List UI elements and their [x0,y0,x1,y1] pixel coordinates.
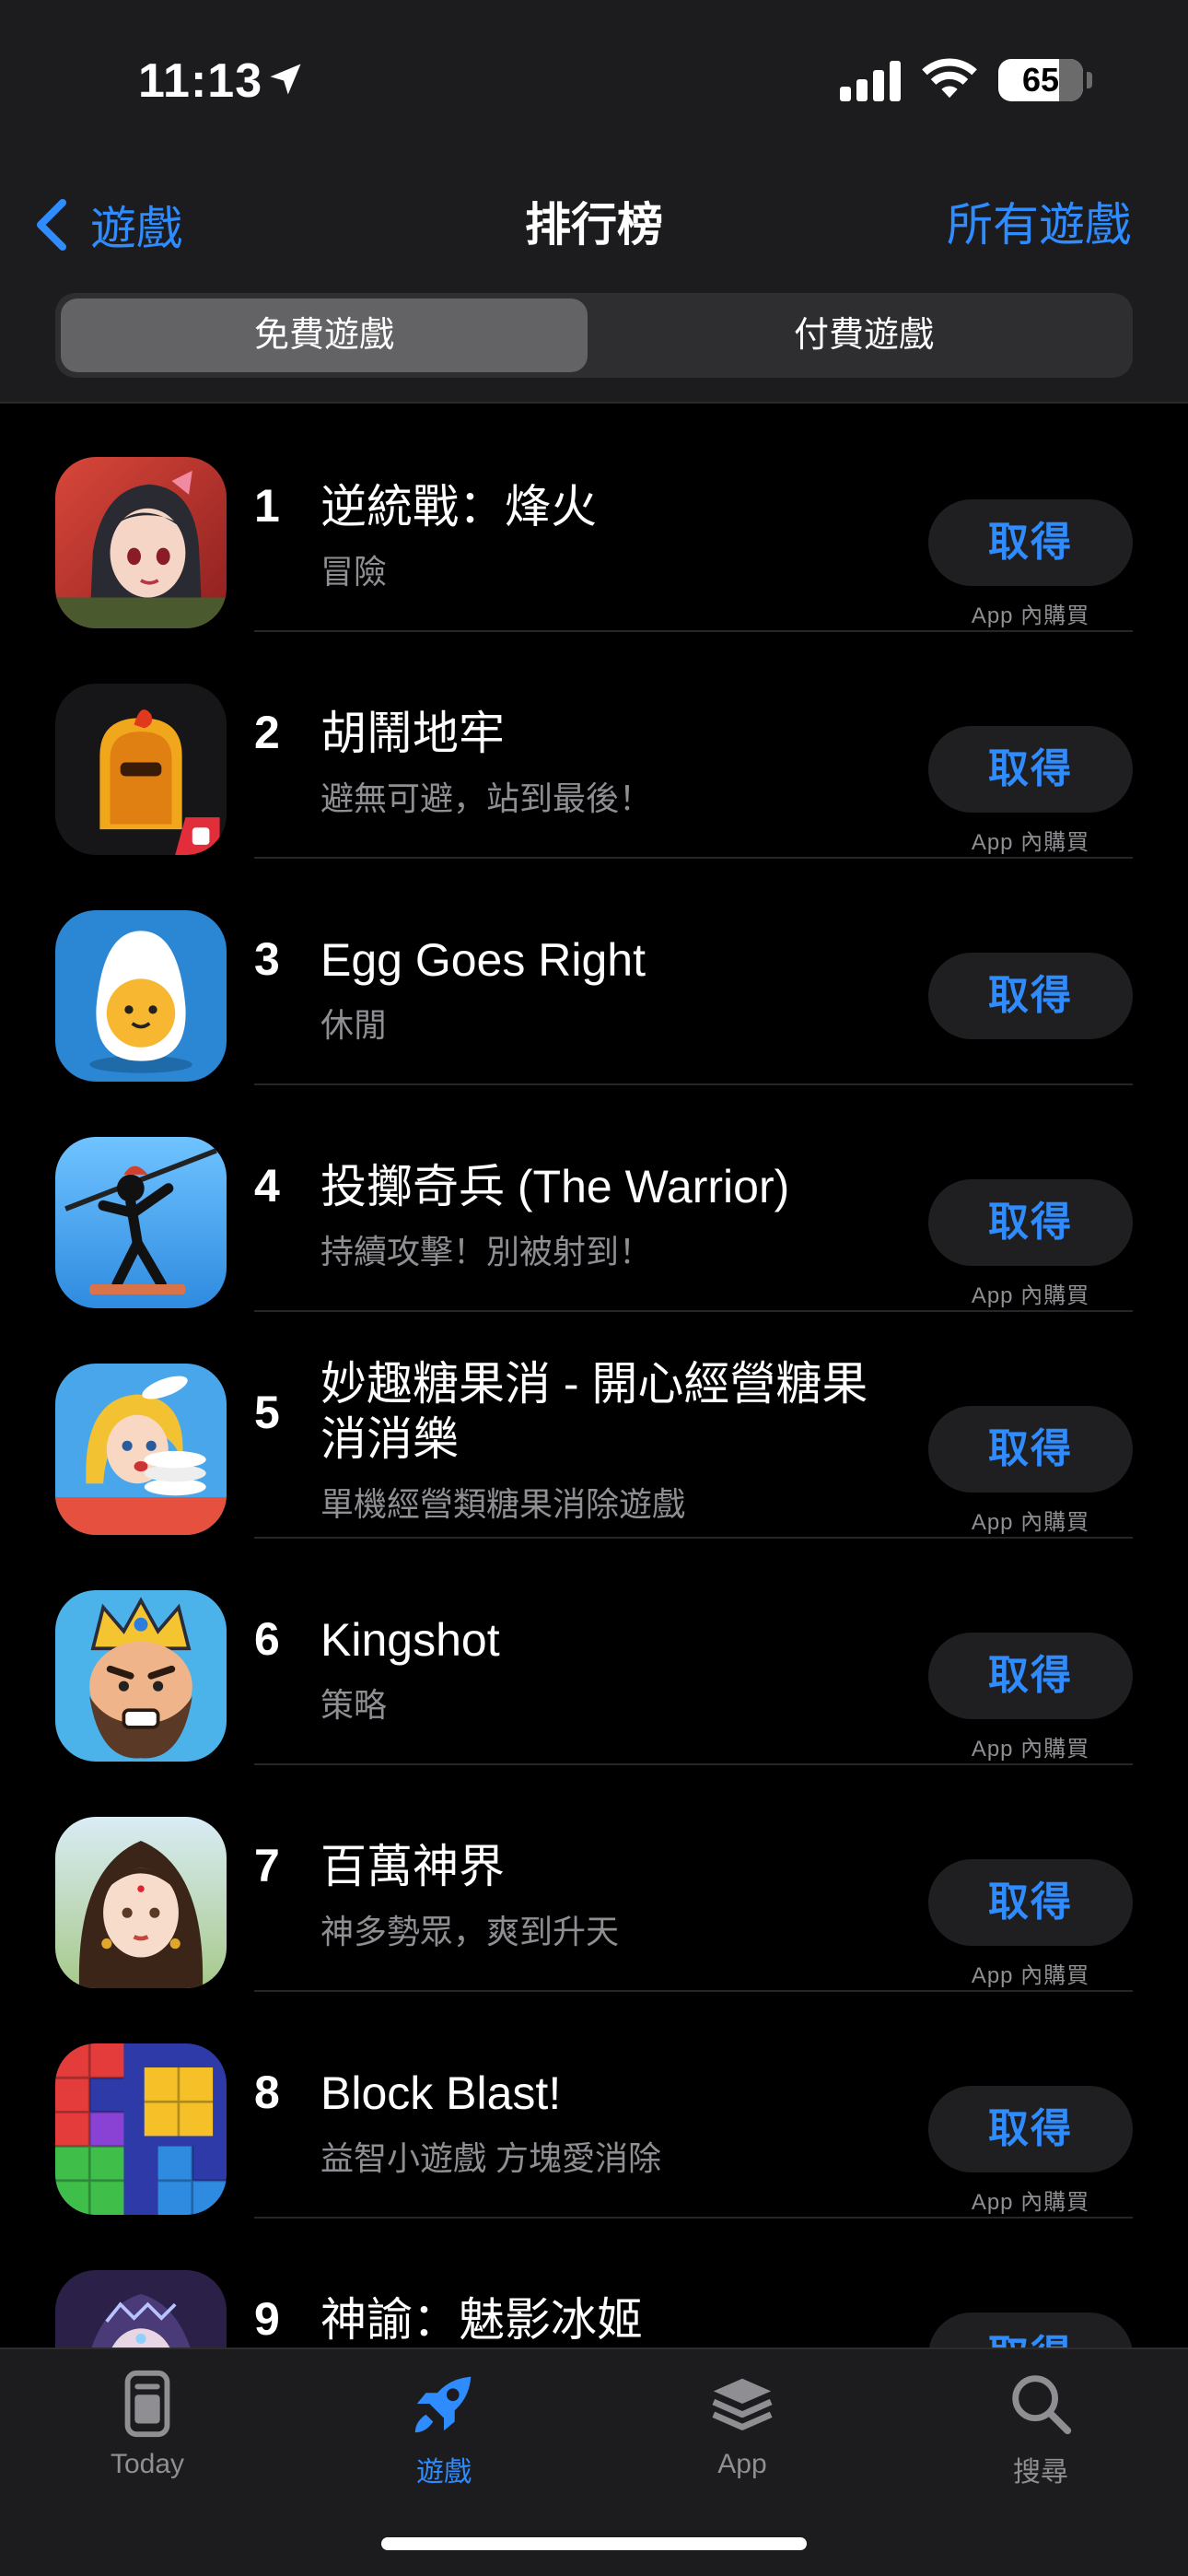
app-name: Block Blast! [320,2067,562,2119]
app-subtitle: 策略 [320,1686,388,1724]
segment-paid-games[interactable]: 付費遊戲 [600,299,1127,372]
rank-number: 6 [254,1613,280,1665]
get-button[interactable]: 取得 [928,1179,1133,1266]
tab-games[interactable]: 遊戲 [352,2368,536,2489]
app-name: 妙趣糖果消 - 開心經營糖果消消樂 [320,1358,868,1465]
in-app-purchase-label: App 內購買 [971,603,1090,628]
rank-number: 8 [254,2067,280,2118]
app-subtitle: 冒險 [320,553,388,591]
get-button[interactable]: 取得 [928,726,1133,813]
get-button[interactable]: 取得 [928,499,1133,586]
tab-search[interactable]: 搜尋 [949,2368,1133,2489]
rank-number: 4 [254,1160,280,1212]
app-subtitle: 單機經營類糖果消除遊戲 [320,1485,686,1523]
tab-label: 遊戲 [416,2457,472,2488]
wifi-icon [922,58,977,99]
get-button[interactable]: 取得 [928,2086,1133,2172]
goddess-icon [55,1817,227,1988]
segment-free-games[interactable]: 免費遊戲 [61,299,588,372]
app-name: 神諭：魅影冰姬 [320,2294,643,2346]
home-indicator [381,2537,807,2550]
tab-label: Today [110,2449,185,2479]
get-button[interactable]: 取得 [928,1859,1133,1946]
in-app-purchase-label: App 內購買 [971,1737,1090,1762]
location-arrow-icon [270,64,301,95]
segmented-control: 免費遊戲 付費遊戲 [55,293,1133,378]
list-item[interactable]: 1 逆統戰：烽火 冒險 取得 App 內購買 [0,405,1188,632]
app-name: Egg Goes Right [320,934,646,986]
list-item[interactable]: 5 妙趣糖果消 - 開心經營糖果消消樂 單機經營類糖果消除遊戲 取得 App 內… [0,1312,1188,1539]
ranking-list: 1 逆統戰：烽火 冒險 取得 App 內購買 2 胡鬧地牢 避無可避，站到最後！… [0,405,1188,2348]
status-time: 11:13 [138,54,263,108]
app-name: Kingshot [320,1614,500,1666]
chicken-dungeon-icon [55,684,227,855]
tab-today[interactable]: Today [55,2368,239,2480]
today-icon [124,2370,170,2438]
list-item[interactable]: 2 胡鬧地牢 避無可避，站到最後！ 取得 App 內購買 [0,632,1188,859]
get-button[interactable]: 取得 [928,2313,1133,2348]
tab-label: 搜尋 [1013,2457,1068,2488]
tab-label: App [717,2449,767,2479]
in-app-purchase-label: App 內購買 [971,1283,1090,1308]
in-app-purchase-label: App 內購買 [971,830,1090,855]
rank-number: 5 [254,1387,280,1438]
egg-icon [55,910,227,1082]
rank-number: 2 [254,707,280,758]
list-item[interactable]: 6 Kingshot 策略 取得 App 內購買 [0,1539,1188,1765]
app-name: 逆統戰：烽火 [320,481,597,533]
rank-number: 7 [254,1840,280,1891]
search-icon [1012,2375,1072,2435]
rank-number: 3 [254,933,280,985]
app-name: 百萬神界 [320,1841,505,1892]
battery-tip [1087,72,1092,88]
get-button[interactable]: 取得 [928,953,1133,1039]
all-games-link[interactable]: 所有遊戲 [947,179,1131,271]
status-bar: 11:13 65 [0,0,1188,157]
rocket-icon [414,2376,472,2433]
blocks-icon [55,2043,227,2215]
app-name: 胡鬧地牢 [320,708,505,759]
in-app-purchase-label: App 內購買 [971,1510,1090,1535]
list-item[interactable]: 9 神諭：魅影冰姬 取得 [0,2219,1188,2348]
tab-apps[interactable]: App [650,2368,834,2480]
spear-warrior-icon [55,1137,227,1308]
list-item[interactable]: 4 投擲奇兵 (The Warrior) 持續攻擊！別被射到！ 取得 App 內… [0,1085,1188,1312]
ice-princess-icon [55,2270,227,2348]
get-button[interactable]: 取得 [928,1406,1133,1493]
list-item[interactable]: 3 Egg Goes Right 休閒 取得 [0,859,1188,1085]
list-item[interactable]: 7 百萬神界 神多勢眾，爽到升天 取得 App 內購買 [0,1765,1188,1992]
rank-number: 9 [254,2293,280,2345]
get-button[interactable]: 取得 [928,1633,1133,1719]
cellular-signal-icon [840,61,901,101]
app-subtitle: 神多勢眾，爽到升天 [320,1913,620,1950]
app-name: 投擲奇兵 (The Warrior) [320,1161,790,1212]
app-subtitle: 益智小遊戲 方塊愛消除 [320,2139,662,2177]
battery-indicator: 65 [998,59,1083,101]
battery-percent: 65 [1021,61,1060,99]
rank-number: 1 [254,480,280,532]
app-subtitle: 持續攻擊！別被射到！ [320,1233,653,1270]
in-app-purchase-label: App 內購買 [971,2190,1090,2215]
navigation-bar: 遊戲 排行榜 所有遊戲 免費遊戲 付費遊戲 [0,157,1188,404]
app-subtitle: 避無可避，站到最後！ [320,779,653,817]
apps-stack-icon [712,2378,773,2430]
king-icon [55,1590,227,1762]
in-app-purchase-label: App 內購買 [971,1963,1090,1988]
anime-girl-icon [55,457,227,628]
app-subtitle: 休閒 [320,1006,388,1044]
list-item[interactable]: 8 Block Blast! 益智小遊戲 方塊愛消除 取得 App 內購買 [0,1992,1188,2219]
dish-girl-icon [55,1364,227,1535]
